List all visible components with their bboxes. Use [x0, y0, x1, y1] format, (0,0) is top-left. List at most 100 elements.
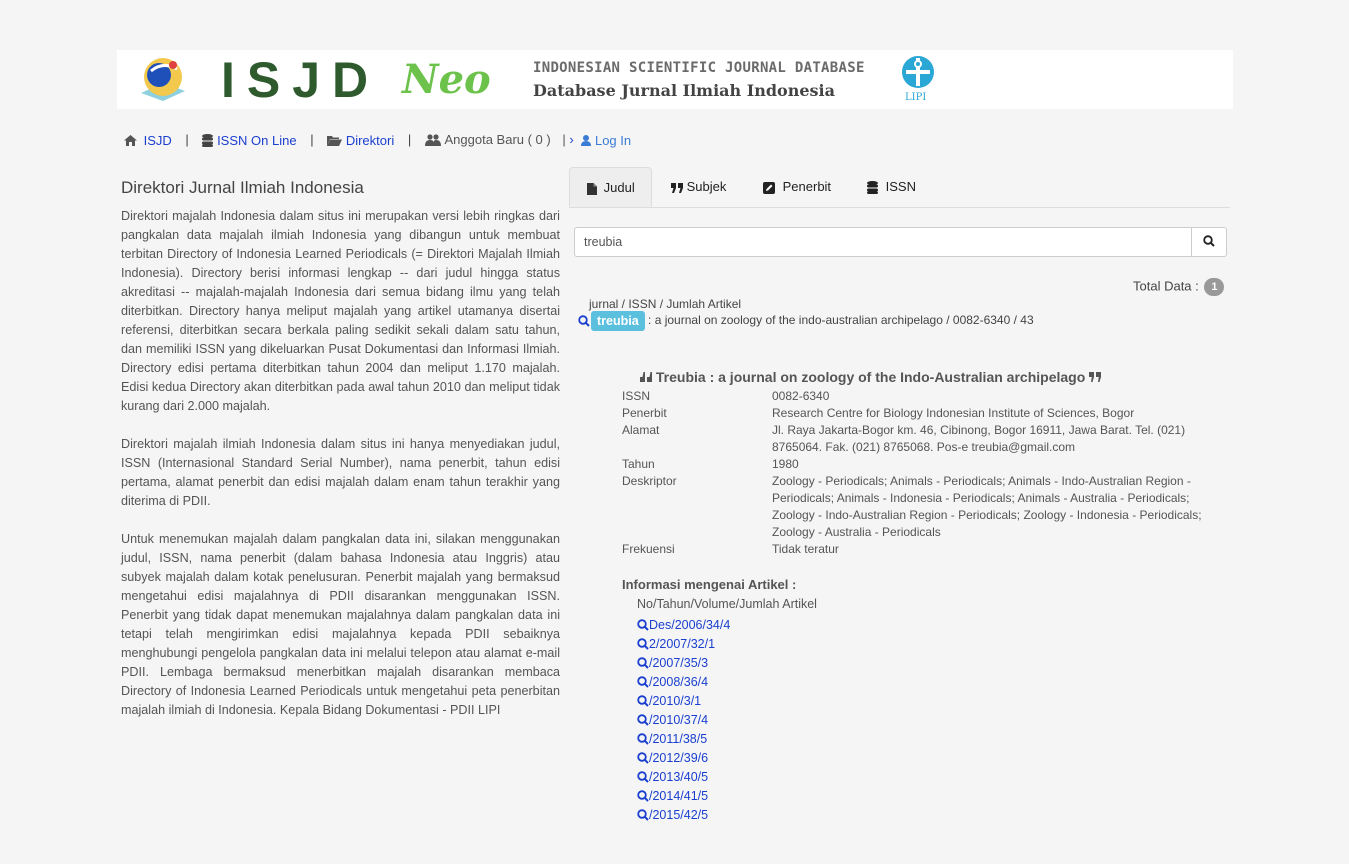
- page-title: Direktori Jurnal Ilmiah Indonesia: [121, 178, 364, 197]
- article-link-label: /2011/38/5: [649, 732, 708, 746]
- logo-neo-text: Neo: [402, 56, 491, 103]
- article-link[interactable]: /2010/37/4: [637, 711, 730, 730]
- article-link[interactable]: /2011/38/5: [637, 730, 730, 749]
- search-icon: [637, 657, 649, 669]
- article-link-label: 2/2007/32/1: [649, 637, 716, 651]
- article-link[interactable]: Des/2006/34/4: [637, 616, 730, 635]
- nav-direktori-link[interactable]: Direktori: [327, 132, 398, 148]
- journal-title-text: Treubia : a journal on zoology of the In…: [655, 369, 1086, 385]
- tab-subjek-label: Subjek: [686, 179, 727, 194]
- detail-label: Penerbit: [622, 406, 667, 420]
- search-icon: [637, 676, 649, 688]
- articles-list: Des/2006/34/4 2/2007/32/1 /2007/35/3 /20…: [637, 616, 730, 825]
- article-link[interactable]: 2/2007/32/1: [637, 635, 730, 654]
- detail-label: Alamat: [622, 423, 660, 437]
- article-link-label: /2013/40/5: [649, 770, 709, 784]
- search-icon: [637, 619, 649, 631]
- detail-row: ISSN 0082-6340: [622, 388, 1218, 405]
- detail-row: Tahun 1980: [622, 456, 1218, 473]
- directory-description: Direktori majalah Indonesia dalam situs …: [121, 207, 560, 739]
- search-icon: [637, 638, 649, 650]
- articles-section-title: Informasi mengenai Artikel :: [622, 577, 797, 592]
- detail-label: ISSN: [622, 389, 651, 403]
- search-tabs: Judul Subjek Penerbit ISSN: [569, 167, 1230, 208]
- article-link[interactable]: /2010/3/1: [637, 692, 730, 711]
- banner-subtitle-en: INDONESIAN SCIENTIFIC JOURNAL DATABASE: [533, 60, 865, 76]
- logo-isjd-text: ISJD: [221, 52, 381, 108]
- nav-home-link[interactable]: ISJD: [124, 132, 175, 148]
- detail-label: Frekuensi: [622, 542, 675, 556]
- user-icon: [581, 134, 592, 146]
- description-paragraph: Direktori majalah Indonesia dalam situs …: [121, 209, 560, 413]
- lipi-logo-text: LIPI: [905, 92, 927, 103]
- tab-subjek[interactable]: Subjek: [671, 167, 726, 207]
- quote-left-icon: [640, 372, 652, 382]
- tab-judul[interactable]: Judul: [569, 167, 652, 207]
- article-link[interactable]: /2014/41/5: [637, 787, 730, 806]
- article-link-label: /2015/42/5: [649, 808, 709, 822]
- search-icon: [637, 714, 649, 726]
- article-link[interactable]: /2015/42/5: [637, 806, 730, 825]
- tab-penerbit-label: Penerbit: [782, 179, 832, 194]
- page: ISJD Neo INDONESIAN SCIENTIFIC JOURNAL D…: [0, 0, 1349, 864]
- search-icon: [1203, 234, 1215, 247]
- search-input[interactable]: [574, 227, 1192, 257]
- detail-value: 0082-6340: [772, 389, 830, 403]
- article-link-label: /2012/39/6: [649, 751, 709, 765]
- result-journal-info: : a journal on zoology of the indo-austr…: [648, 313, 1034, 328]
- detail-row: Alamat Jl. Raya Jakarta-Bogor km. 46, Ci…: [622, 422, 1218, 456]
- detail-value: Tidak teratur: [772, 542, 839, 556]
- article-link-label: Des/2006/34/4: [649, 618, 731, 632]
- database-icon: [202, 133, 214, 147]
- search-icon: [637, 809, 649, 821]
- edit-icon: [763, 181, 775, 194]
- article-link-label: /2007/35/3: [649, 656, 709, 670]
- article-link[interactable]: /2007/35/3: [637, 654, 730, 673]
- nav-anggota-baru: Anggota Baru ( 0 ): [444, 132, 551, 148]
- nav-issn-online-label: ISSN On Line: [217, 132, 297, 148]
- search-icon: [637, 752, 649, 764]
- nav-separator: |: [185, 132, 189, 148]
- search-bar: [574, 227, 1227, 257]
- total-data-label: Total Data :: [1133, 278, 1199, 294]
- detail-value: Research Centre for Biology Indonesian I…: [772, 406, 1135, 420]
- top-nav: ISJD | ISSN On Line | Direktori | Anggot…: [124, 131, 631, 148]
- nav-separator: |: [310, 132, 314, 148]
- article-link-label: /2010/37/4: [649, 713, 709, 727]
- file-icon: [587, 182, 597, 195]
- banner-subtitle-id: Database Jurnal Ilmiah Indonesia: [533, 81, 835, 100]
- journal-detail-table: ISSN 0082-6340 Penerbit Research Centre …: [622, 388, 1218, 558]
- folder-open-icon: [327, 135, 343, 146]
- total-data: Total Data : 1: [1133, 278, 1225, 296]
- search-button[interactable]: [1191, 227, 1227, 257]
- search-icon: [637, 790, 649, 802]
- tab-issn[interactable]: ISSN: [867, 167, 916, 207]
- nav-issn-online-link[interactable]: ISSN On Line: [202, 132, 300, 148]
- articles-column-header: No/Tahun/Volume/Jumlah Artikel: [637, 597, 817, 611]
- article-link[interactable]: /2013/40/5: [637, 768, 730, 787]
- tab-penerbit[interactable]: Penerbit: [763, 167, 831, 207]
- article-link-label: /2008/36/4: [649, 675, 709, 689]
- result-column-header: jurnal / ISSN / Jumlah Artikel: [589, 297, 742, 311]
- result-item: treubia : a journal on zoology of the in…: [578, 311, 1034, 331]
- result-journal-link[interactable]: treubia: [591, 311, 645, 331]
- description-paragraph: Untuk menemukan majalah dalam pangkalan …: [121, 532, 560, 717]
- globe-logo-icon: [141, 58, 185, 101]
- article-link[interactable]: /2012/39/6: [637, 749, 730, 768]
- article-link-label: /2014/41/5: [649, 789, 709, 803]
- search-icon: [578, 315, 590, 327]
- detail-value: Jl. Raya Jakarta-Bogor km. 46, Cibinong,…: [772, 423, 1186, 454]
- search-icon: [637, 733, 649, 745]
- nav-login-link[interactable]: Log In: [581, 132, 631, 148]
- article-link[interactable]: /2008/36/4: [637, 673, 730, 692]
- nav-home-label: ISJD: [143, 132, 172, 148]
- detail-value: 1980: [772, 457, 799, 471]
- tab-issn-label: ISSN: [885, 179, 916, 194]
- users-icon: [424, 133, 441, 146]
- detail-label: Deskriptor: [622, 474, 677, 488]
- detail-row: Deskriptor Zoology - Periodicals; Animal…: [622, 473, 1218, 541]
- header-banner: ISJD Neo INDONESIAN SCIENTIFIC JOURNAL D…: [117, 50, 1233, 109]
- nav-separator: |: [407, 132, 412, 148]
- nav-direktori-label: Direktori: [345, 132, 395, 148]
- home-icon: [124, 134, 137, 146]
